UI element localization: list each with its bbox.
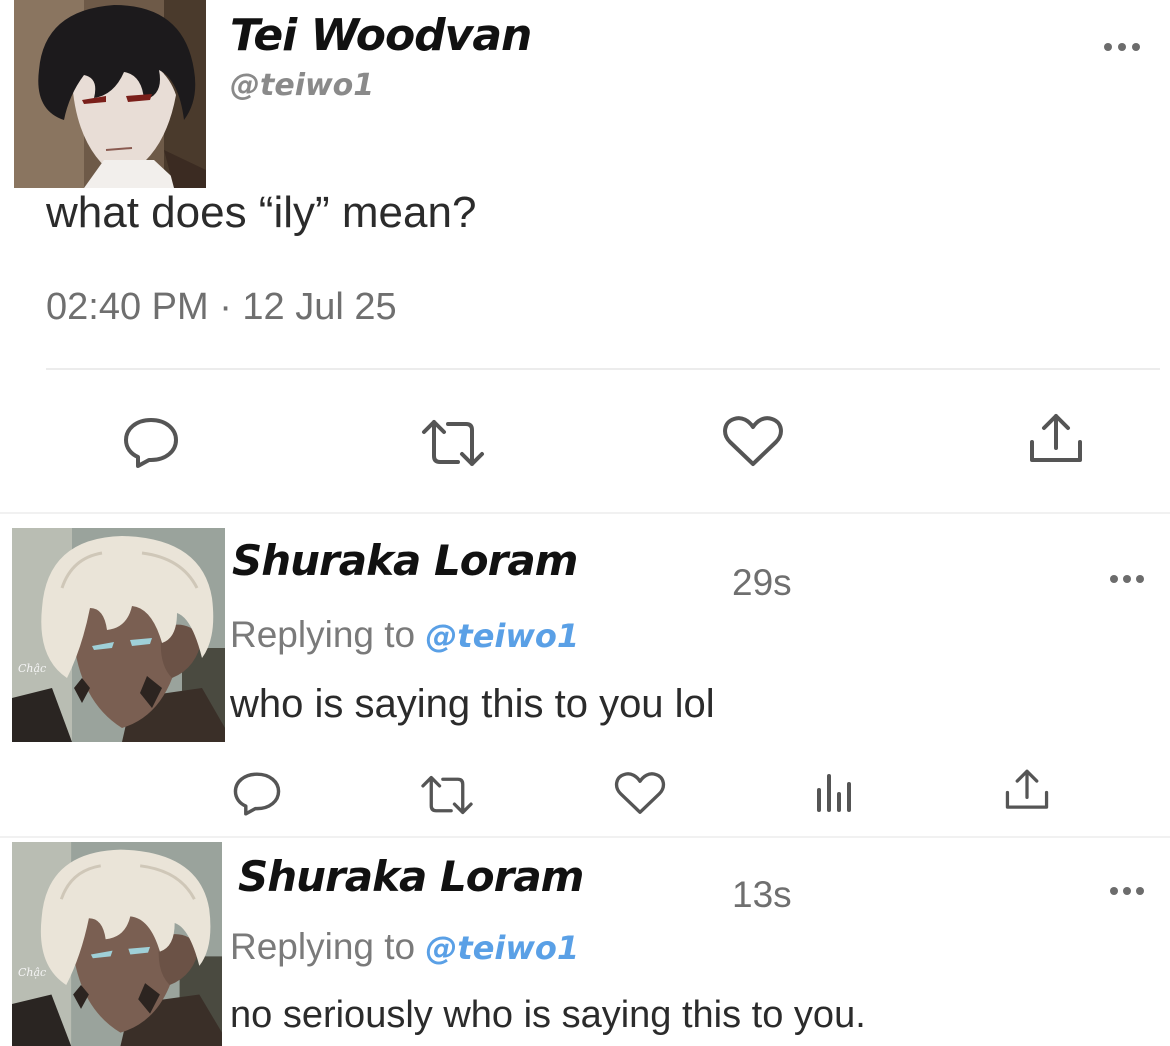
author-handle[interactable]: @teiwo1 bbox=[230, 68, 374, 103]
replying-to-label: Replying to bbox=[230, 926, 416, 967]
reply-author-name[interactable]: Shuraka Loram bbox=[232, 536, 578, 585]
reply-text: who is saying this to you lol bbox=[230, 682, 715, 726]
like-icon[interactable] bbox=[614, 770, 666, 816]
more-options-icon[interactable] bbox=[1110, 884, 1150, 898]
views-icon[interactable] bbox=[814, 772, 854, 812]
reply-text: no seriously who is saying this to you. bbox=[230, 994, 866, 1036]
replying-to: Replying to @teiwo1 bbox=[230, 614, 579, 656]
author-name[interactable]: Tei Woodvan bbox=[230, 10, 532, 61]
reply-icon[interactable] bbox=[122, 416, 180, 470]
tweet-text: what does “ily” mean? bbox=[46, 188, 477, 237]
retweet-icon[interactable] bbox=[418, 774, 476, 816]
replying-to-label: Replying to bbox=[230, 614, 416, 655]
replying-to-handle[interactable]: @teiwo1 bbox=[425, 929, 579, 967]
divider bbox=[0, 512, 1170, 514]
reply-avatar[interactable]: Chậc bbox=[12, 528, 225, 742]
avatar-caption: Chậc bbox=[18, 662, 47, 675]
replying-to-handle[interactable]: @teiwo1 bbox=[425, 617, 579, 655]
share-icon[interactable] bbox=[1004, 768, 1050, 812]
more-options-icon[interactable] bbox=[1110, 572, 1150, 586]
reply-author-name[interactable]: Shuraka Loram bbox=[238, 852, 584, 901]
tweet-timestamp: 02:40 PM · 12 Jul 25 bbox=[46, 286, 397, 328]
divider bbox=[46, 368, 1160, 370]
more-options-icon[interactable] bbox=[1104, 40, 1144, 54]
reply-avatar-image bbox=[12, 842, 222, 1046]
share-icon[interactable] bbox=[1028, 412, 1084, 466]
reply-age: 29s bbox=[732, 562, 792, 603]
reply-age: 13s bbox=[732, 874, 792, 915]
reply-icon[interactable] bbox=[232, 770, 282, 818]
retweet-icon[interactable] bbox=[418, 418, 488, 468]
reply-avatar-image bbox=[12, 528, 225, 742]
author-avatar-image bbox=[14, 0, 206, 188]
author-avatar[interactable] bbox=[14, 0, 206, 188]
like-icon[interactable] bbox=[722, 414, 784, 468]
divider bbox=[0, 836, 1170, 838]
replying-to: Replying to @teiwo1 bbox=[230, 926, 579, 968]
avatar-caption: Chậc bbox=[18, 966, 47, 979]
reply-avatar[interactable]: Chậc bbox=[12, 842, 222, 1046]
